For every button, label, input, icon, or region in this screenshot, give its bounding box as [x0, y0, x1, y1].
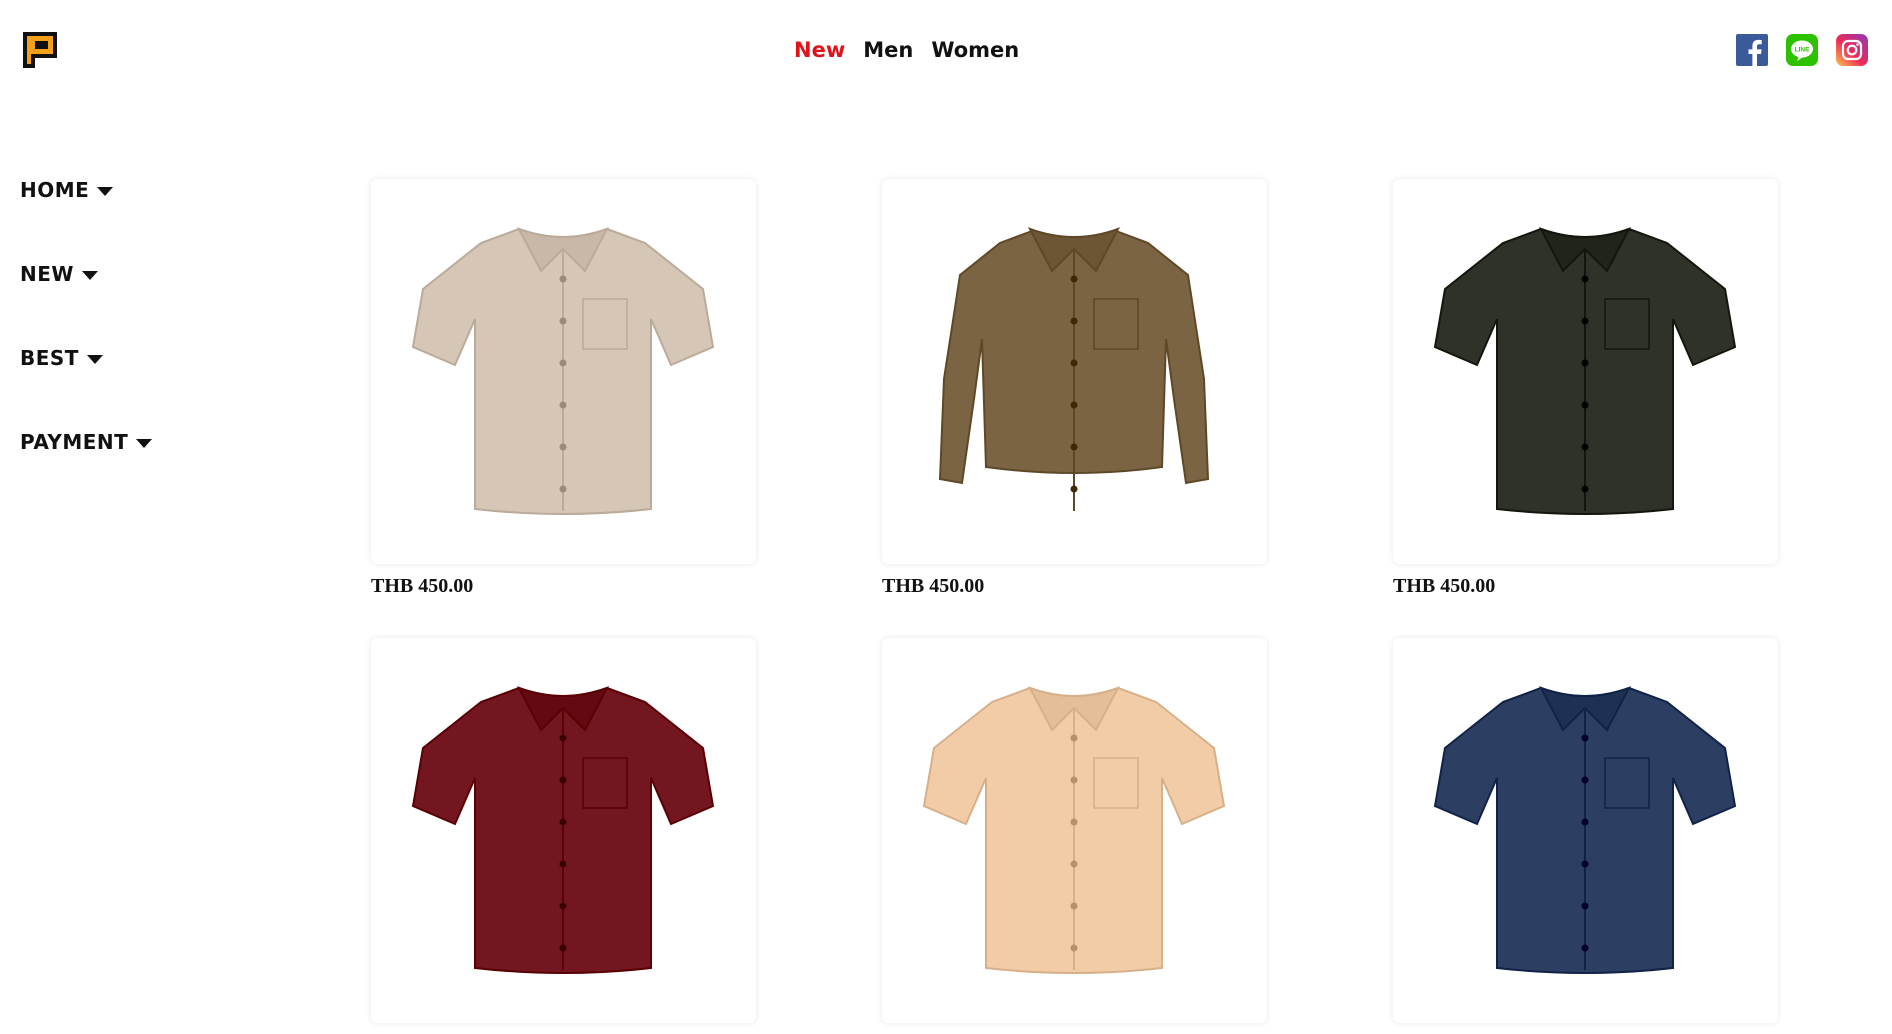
line-icon-text: LINE: [1795, 47, 1810, 54]
sidebar-item-best[interactable]: BEST: [20, 346, 152, 430]
product-price: THB 450.00: [1393, 575, 1496, 597]
shirt-button: [1070, 860, 1078, 868]
shirt-button: [559, 359, 567, 367]
caret-down-icon: [86, 355, 103, 364]
sidebar-item-home[interactable]: HOME: [20, 178, 152, 262]
shirt-button: [1070, 734, 1078, 742]
shirt-image: [411, 686, 715, 974]
product-price: THB 450.00: [371, 575, 474, 597]
shirt-button: [1070, 485, 1078, 493]
product-card[interactable]: THB 450.00: [882, 179, 1267, 598]
shirt-button: [1070, 818, 1078, 826]
shirt-button: [1070, 401, 1078, 409]
shirt-button: [1581, 317, 1589, 325]
sidebar-item-new[interactable]: NEW: [20, 262, 152, 346]
sidebar-item-label: NEW: [20, 262, 74, 286]
shirt-button: [559, 443, 567, 451]
product-grid: THB 450.00 THB 450.00 THB 450.00: [371, 179, 1778, 1034]
shirt-image: [1433, 686, 1737, 974]
caret-down-icon: [136, 439, 153, 448]
product-price: THB 450.00: [882, 575, 985, 597]
product-card[interactable]: [1393, 638, 1778, 1034]
shirt-button: [559, 275, 567, 283]
shirt-button: [1581, 359, 1589, 367]
shirt-button: [559, 860, 567, 868]
brand-logo[interactable]: [21, 30, 59, 70]
product-card[interactable]: [371, 638, 756, 1034]
shirt-button: [559, 776, 567, 784]
shirt-button: [559, 734, 567, 742]
nav-men[interactable]: Men: [863, 38, 913, 62]
product-image[interactable]: [1393, 638, 1778, 1023]
shirt-image: [411, 227, 715, 515]
product-image[interactable]: [882, 179, 1267, 564]
caret-down-icon: [97, 187, 114, 196]
shirt-button: [1070, 275, 1078, 283]
sidebar-item-label: HOME: [20, 178, 90, 202]
shirt-button: [1581, 734, 1589, 742]
sidebar-item-label: BEST: [20, 346, 79, 370]
shirt-button: [1581, 902, 1589, 910]
logo-icon: [23, 32, 57, 68]
nav-new[interactable]: New: [794, 38, 845, 62]
instagram-icon[interactable]: [1836, 34, 1868, 66]
shirt-button: [559, 902, 567, 910]
sidebar-menu: HOME NEW BEST PAYMENT: [20, 178, 153, 514]
shirt-button: [1581, 485, 1589, 493]
caret-down-icon: [81, 271, 98, 280]
shirt-image: [938, 227, 1210, 511]
product-image[interactable]: [371, 179, 756, 564]
sidebar-item-payment[interactable]: PAYMENT: [20, 430, 153, 514]
shirt-button: [1070, 359, 1078, 367]
shirt-image: [922, 686, 1226, 974]
shirt-button: [559, 944, 567, 952]
shirt-button: [1581, 944, 1589, 952]
product-card[interactable]: THB 450.00: [371, 179, 756, 598]
social-links: LINE: [1736, 34, 1868, 66]
shirt-button: [1070, 902, 1078, 910]
shirt-button: [1070, 944, 1078, 952]
shirt-button: [559, 317, 567, 325]
shirt-button: [559, 818, 567, 826]
shirt-button: [1581, 443, 1589, 451]
product-image[interactable]: [371, 638, 756, 1023]
product-card[interactable]: THB 450.00: [1393, 179, 1778, 598]
line-icon[interactable]: LINE: [1786, 34, 1818, 66]
product-image[interactable]: [1393, 179, 1778, 564]
shirt-button: [559, 401, 567, 409]
product-image[interactable]: [882, 638, 1267, 1023]
shirt-button: [1070, 443, 1078, 451]
shirt-button: [1581, 275, 1589, 283]
top-nav: New Men Women: [794, 38, 1019, 62]
shirt-button: [559, 485, 567, 493]
nav-women[interactable]: Women: [931, 38, 1019, 62]
shirt-button: [1581, 776, 1589, 784]
shirt-image: [1433, 227, 1737, 515]
shirt-button: [1581, 860, 1589, 868]
facebook-icon[interactable]: [1736, 34, 1768, 66]
shirt-button: [1581, 401, 1589, 409]
shirt-button: [1070, 776, 1078, 784]
product-card[interactable]: [882, 638, 1267, 1034]
sidebar-item-label: PAYMENT: [20, 430, 129, 454]
shirt-button: [1581, 818, 1589, 826]
shirt-button: [1070, 317, 1078, 325]
